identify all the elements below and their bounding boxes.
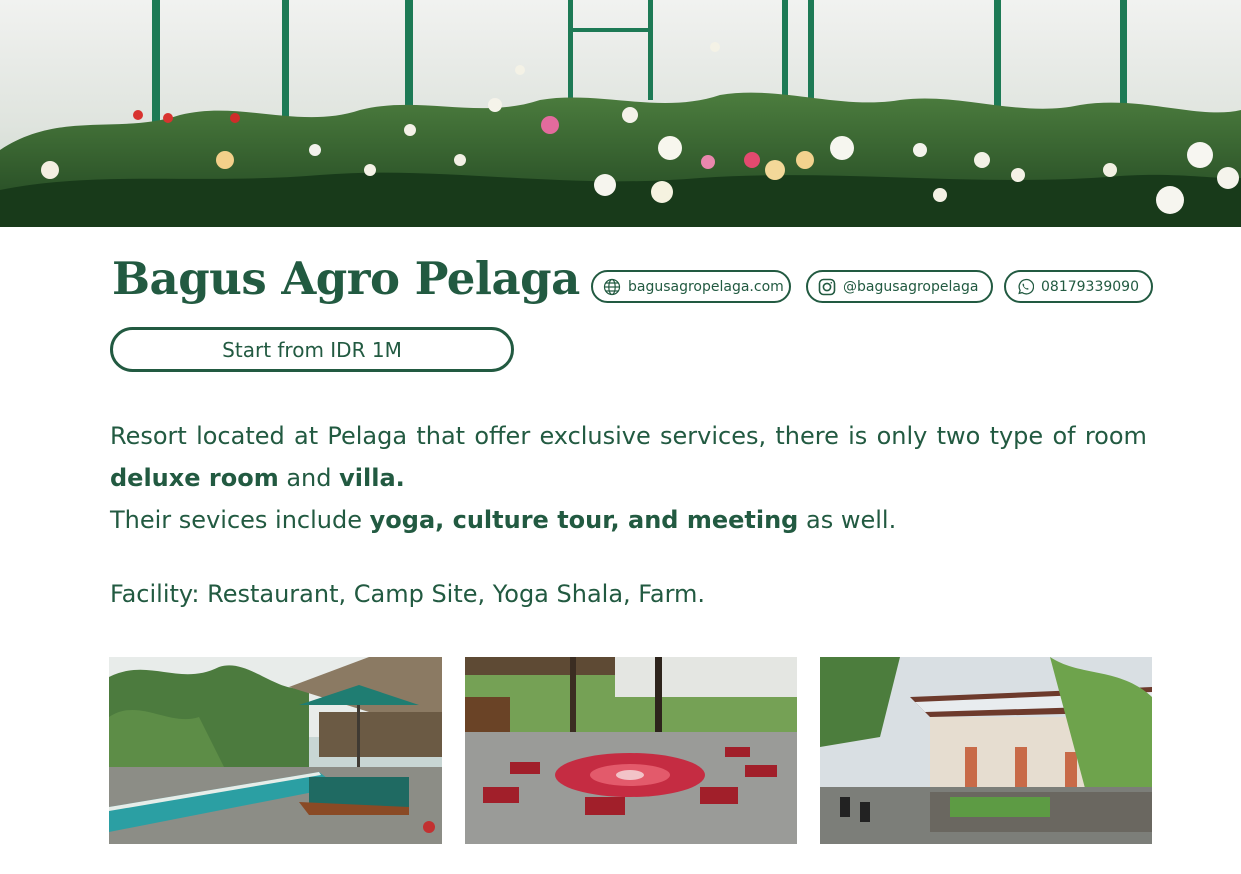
- facility-list: Facility: Restaurant, Camp Site, Yoga Sh…: [110, 580, 706, 608]
- resort-description: Resort located at Pelaga that offer excl…: [110, 415, 1147, 541]
- whatsapp-label: 08179339090: [1041, 278, 1139, 295]
- room-type-deluxe: deluxe room: [110, 464, 279, 492]
- globe-icon: [603, 278, 621, 296]
- services-list: yoga, culture tour, and meeting: [369, 506, 799, 534]
- whatsapp-icon: [1016, 278, 1034, 296]
- instagram-link[interactable]: @bagusagropelaga: [806, 270, 993, 303]
- description-line-1: Resort located at Pelaga that offer excl…: [110, 422, 1147, 450]
- website-label: bagusagropelaga.com: [628, 278, 784, 295]
- whatsapp-link[interactable]: 08179339090: [1004, 270, 1153, 303]
- restaurant-photo: [820, 657, 1152, 844]
- resort-title: Bagus Agro Pelaga: [112, 252, 580, 305]
- yoga-shala-photo: [465, 657, 797, 844]
- price-badge: Start from IDR 1M: [110, 327, 514, 372]
- hero-banner-image: [0, 0, 1241, 227]
- pool-photo: [109, 657, 442, 844]
- website-link[interactable]: bagusagropelaga.com: [591, 270, 791, 303]
- instagram-icon: [818, 278, 836, 296]
- instagram-label: @bagusagropelaga: [843, 278, 979, 295]
- description-line-2: deluxe room and villa.: [110, 464, 405, 492]
- description-services: Their sevices include yoga, culture tour…: [110, 506, 897, 534]
- room-type-villa: villa.: [339, 464, 405, 492]
